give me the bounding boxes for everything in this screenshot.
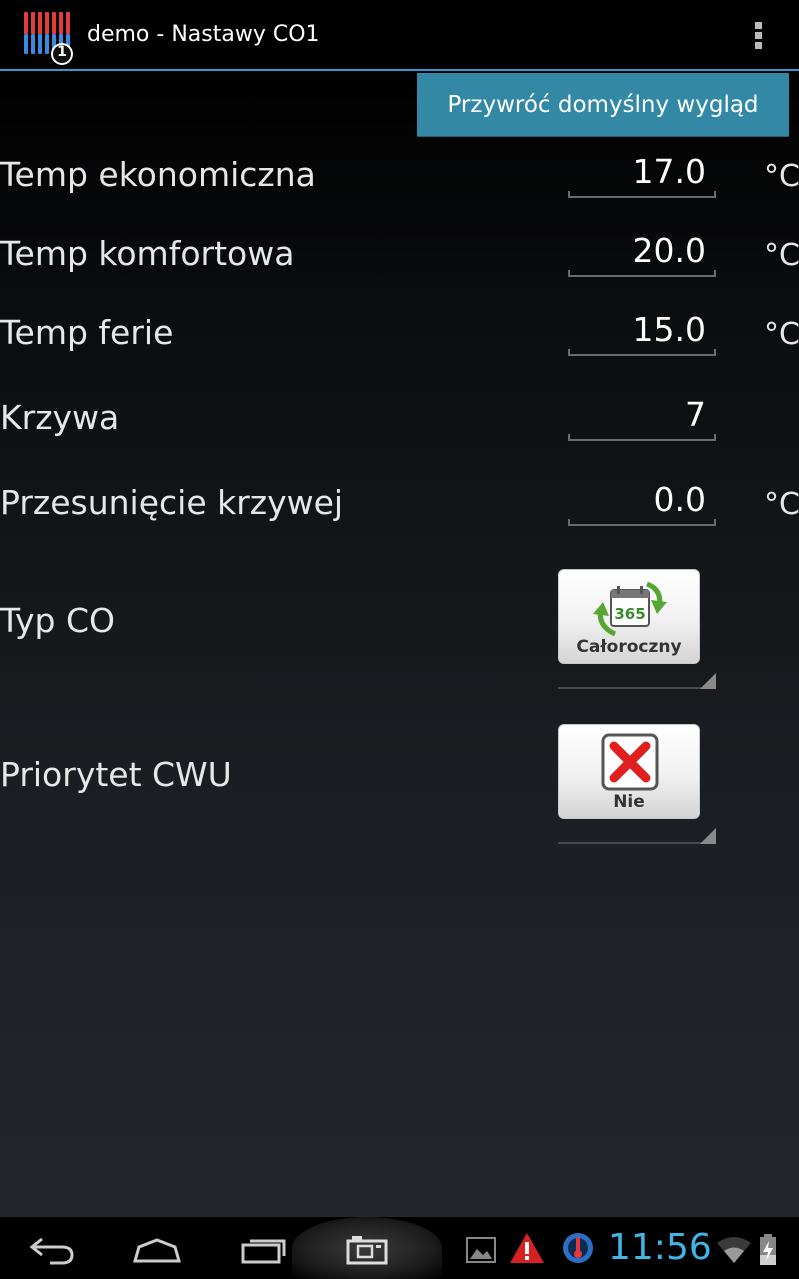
app-title: demo - Nastawy CO1 xyxy=(87,22,320,47)
setting-unit-temp-holiday: °C xyxy=(764,317,799,352)
setting-label-curve: Krzywa xyxy=(0,398,120,437)
setting-field-temp-economic[interactable]: 17.0 xyxy=(568,152,716,198)
heating-type-spinner[interactable]: 365 Całoroczny xyxy=(558,569,700,664)
spinner-corner-icon xyxy=(700,828,716,844)
setting-field-temp-holiday[interactable]: 15.0 xyxy=(568,310,716,356)
calendar-365-icon: 365 xyxy=(589,578,671,638)
recent-apps-icon[interactable] xyxy=(240,1235,288,1269)
setting-field-curve-shift[interactable]: 0.0 xyxy=(568,480,716,526)
settings-panel: Przywróć domyślny wygląd Temp ekonomiczn… xyxy=(0,73,799,1217)
setting-field-temp-comfort[interactable]: 20.0 xyxy=(568,231,716,277)
back-icon[interactable] xyxy=(28,1235,76,1269)
heating-type-underline xyxy=(558,687,716,689)
battery-charging-icon[interactable] xyxy=(758,1233,778,1271)
warning-notification-icon[interactable] xyxy=(508,1231,546,1269)
wifi-icon[interactable] xyxy=(716,1235,752,1269)
spinner-corner-icon xyxy=(700,673,716,689)
red-x-icon xyxy=(601,733,659,791)
setting-unit-temp-comfort: °C xyxy=(764,238,799,273)
status-clock: 11:56 xyxy=(608,1227,712,1268)
dhw-priority-underline xyxy=(558,842,716,844)
gallery-notification-icon[interactable] xyxy=(466,1237,496,1267)
thermometer-app-notification-icon[interactable] xyxy=(561,1231,595,1269)
app-icon[interactable]: 1 xyxy=(22,10,78,66)
setting-field-curve[interactable]: 7 xyxy=(568,395,716,441)
restore-default-layout-button[interactable]: Przywróć domyślny wygląd xyxy=(417,73,789,137)
action-bar: 1 demo - Nastawy CO1 xyxy=(0,0,799,71)
setting-unit-curve-shift: °C xyxy=(764,487,799,522)
setting-label-curve-shift: Przesunięcie krzywej xyxy=(0,483,344,522)
home-icon[interactable] xyxy=(132,1237,182,1267)
selector-label-heating-type: Typ CO xyxy=(0,601,116,640)
overflow-menu-icon[interactable] xyxy=(752,22,764,52)
setting-unit-temp-economic: °C xyxy=(764,159,799,194)
setting-label-temp-comfort: Temp komfortowa xyxy=(0,234,295,273)
dhw-priority-value: Nie xyxy=(613,792,645,812)
system-nav-bar: 11:56 xyxy=(0,1217,799,1279)
selector-label-dhw-priority: Priorytet CWU xyxy=(0,755,232,794)
screenshot-camera-icon[interactable] xyxy=(346,1235,388,1269)
app-badge-number: 1 xyxy=(57,44,67,60)
setting-label-temp-holiday: Temp ferie xyxy=(0,313,174,352)
dhw-priority-spinner[interactable]: Nie xyxy=(558,724,700,819)
heating-type-value: Całoroczny xyxy=(576,637,682,657)
setting-label-temp-economic: Temp ekonomiczna xyxy=(0,155,316,194)
calendar-365-text: 365 xyxy=(614,605,645,623)
